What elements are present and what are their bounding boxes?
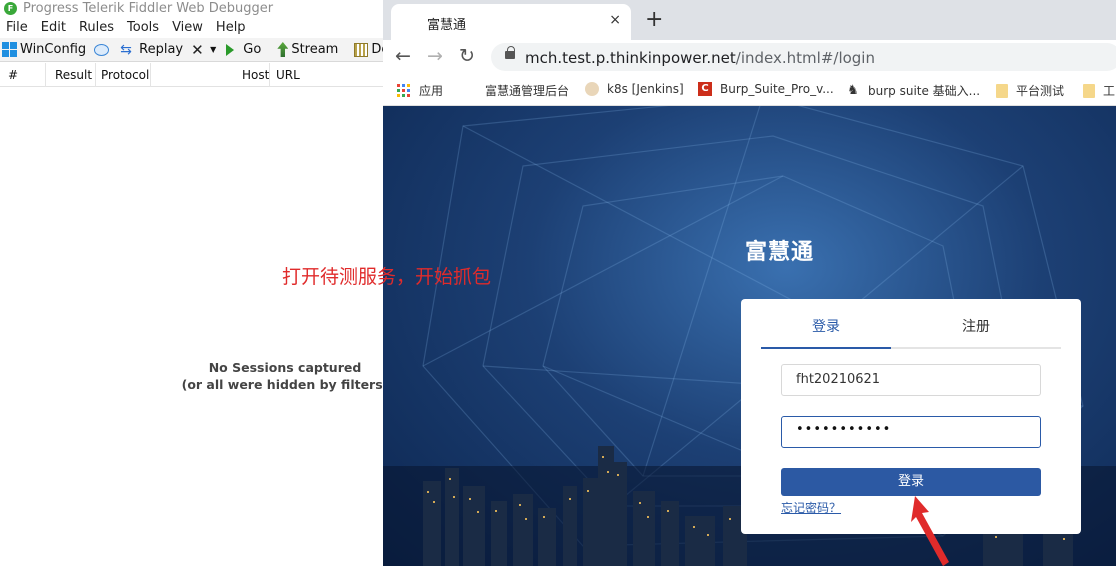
bookmark-label: burp suite 基础入... xyxy=(868,84,981,98)
column-divider xyxy=(45,63,46,87)
fiddler-menu-bar: File Edit Rules Tools View Help xyxy=(0,17,253,37)
apps-grid-icon xyxy=(397,83,411,98)
tab-close-icon[interactable]: × xyxy=(609,12,621,28)
stream-button[interactable]: Stream xyxy=(277,42,338,57)
url-text: mch.test.p.thinkinpower.net/index.html#/… xyxy=(525,49,875,67)
windows-icon xyxy=(2,42,17,57)
fiddler-title-bar: F Progress Telerik Fiddler Web Debugger xyxy=(0,0,383,16)
folder-icon xyxy=(996,83,1008,98)
col-host[interactable]: Host xyxy=(242,68,269,82)
browser-tab[interactable]: 富慧通 × xyxy=(391,4,631,40)
bookmark-burp-pro[interactable]: C Burp_Suite_Pro_v... xyxy=(698,82,834,96)
sessions-header: # Result Protocol Host URL xyxy=(0,63,383,87)
address-bar[interactable]: mch.test.p.thinkinpower.net/index.html#/… xyxy=(491,43,1116,71)
bookmark-label: 富慧通管理后台 xyxy=(485,84,570,98)
menu-tools[interactable]: Tools xyxy=(127,20,159,35)
col-num[interactable]: # xyxy=(8,68,18,82)
go-button[interactable]: Go xyxy=(224,42,261,57)
url-path: /index.html#/login xyxy=(735,49,875,67)
lock-icon[interactable] xyxy=(505,46,515,59)
reload-icon[interactable]: ↻ xyxy=(459,45,475,67)
stream-label: Stream xyxy=(291,42,339,57)
column-divider xyxy=(269,63,270,87)
replay-icon: ⇆ xyxy=(120,41,132,58)
winconfig-label: WinConfig xyxy=(20,42,87,57)
decode-button[interactable]: Decod xyxy=(354,42,383,57)
col-protocol[interactable]: Protocol xyxy=(101,68,149,82)
back-arrow-icon[interactable]: ← xyxy=(395,45,411,67)
empty-line-1: No Sessions captured xyxy=(208,360,362,375)
bookmark-label: 应用 xyxy=(419,84,444,98)
col-result[interactable]: Result xyxy=(55,68,92,82)
play-icon xyxy=(226,43,235,56)
empty-sessions-message: No Sessions captured (or all were hidden… xyxy=(180,359,383,393)
bookmark-label: 平台测试 xyxy=(1016,84,1065,98)
dropdown-chevron-icon: ▼ xyxy=(210,45,217,54)
menu-file[interactable]: File xyxy=(6,20,28,35)
navigation-bar: ← → ↻ mch.test.p.thinkinpower.net/index.… xyxy=(383,40,1116,74)
forgot-password-link[interactable]: 忘记密码？ xyxy=(781,499,841,516)
folder-icon xyxy=(1083,83,1095,98)
bookmark-fht-admin[interactable]: 富慧通管理后台 xyxy=(485,82,569,99)
tab-register[interactable]: 注册 xyxy=(891,299,1061,349)
username-input[interactable]: fht20210621 xyxy=(781,364,1041,396)
replay-label: Replay xyxy=(139,42,184,57)
bookmarks-bar: 应用 富慧通管理后台 k8s [Jenkins] C Burp_Suite_Pr… xyxy=(383,74,1116,106)
bookmark-label: 工 xyxy=(1103,84,1116,98)
col-url[interactable]: URL xyxy=(276,68,300,82)
browser-window: 富慧通 × + ← → ↻ mch.test.p.thinkinpower.ne… xyxy=(383,0,1116,566)
brand-title: 富慧通 xyxy=(744,240,814,265)
remove-x-icon: ✕ xyxy=(191,40,204,59)
bookmark-apps[interactable]: 应用 xyxy=(397,82,443,99)
column-divider xyxy=(95,63,96,87)
forward-arrow-icon[interactable]: → xyxy=(427,45,443,67)
comment-button[interactable] xyxy=(94,43,112,56)
menu-view[interactable]: View xyxy=(172,20,203,35)
password-input[interactable]: ••••••••••• xyxy=(781,416,1041,448)
jenkins-icon xyxy=(585,82,599,96)
menu-help[interactable]: Help xyxy=(216,20,246,35)
menu-rules[interactable]: Rules xyxy=(79,20,114,35)
annotation-arrow-icon xyxy=(911,496,949,566)
replay-button[interactable]: ⇆ Replay xyxy=(120,42,183,58)
burp-icon: C xyxy=(698,82,712,96)
decode-label: Decod xyxy=(371,42,383,57)
login-button[interactable]: 登录 xyxy=(781,468,1041,496)
tab-login[interactable]: 登录 xyxy=(761,299,891,349)
bookmark-label: Burp_Suite_Pro_v... xyxy=(720,82,834,96)
bookmark-platform-test[interactable]: 平台测试 xyxy=(996,82,1064,99)
login-page: 富慧通 登录 注册 fht20210621 ••••••••••• 登录 忘记密… xyxy=(383,106,1116,566)
fiddler-title: Progress Telerik Fiddler Web Debugger xyxy=(23,0,274,16)
bookmark-folder-gong[interactable]: 工 xyxy=(1083,82,1115,99)
column-divider xyxy=(150,63,151,87)
tab-title: 富慧通 xyxy=(427,18,467,33)
fiddler-toolbar: WinConfig ⇆ Replay ✕ ▼ Go Stream Decod xyxy=(0,38,383,62)
stream-icon xyxy=(277,42,289,57)
winconfig-button[interactable]: WinConfig xyxy=(2,42,86,57)
bookmark-k8s-jenkins[interactable]: k8s [Jenkins] xyxy=(585,82,684,96)
new-tab-icon[interactable]: + xyxy=(645,7,663,32)
decode-icon xyxy=(354,42,369,57)
menu-edit[interactable]: Edit xyxy=(41,20,66,35)
comment-bubble-icon xyxy=(94,43,110,56)
fiddler-logo-icon: F xyxy=(4,1,17,15)
empty-line-2: (or all were hidden by filters) xyxy=(181,377,383,392)
go-label: Go xyxy=(243,42,262,57)
remove-button[interactable]: ✕ ▼ xyxy=(191,42,216,58)
bookmark-burp-basics[interactable]: ♞ burp suite 基础入... xyxy=(846,82,980,99)
tab-strip: 富慧通 × + xyxy=(383,0,1116,40)
annotation-text: 打开待测服务，开始抓包 xyxy=(282,266,492,288)
bookmark-label: k8s [Jenkins] xyxy=(607,82,684,96)
pc-icon: ♞ xyxy=(847,82,859,98)
url-host: mch.test.p.thinkinpower.net xyxy=(525,49,736,67)
